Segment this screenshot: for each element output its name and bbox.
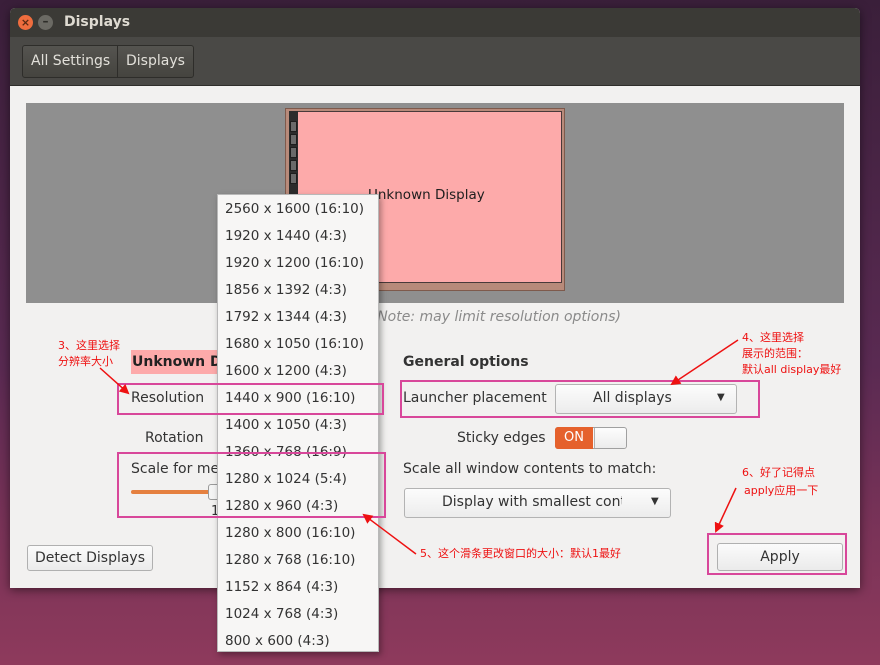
monitor-label: Unknown Display	[368, 187, 485, 203]
general-options-title: General options	[403, 354, 529, 370]
title-bar: × – Displays	[10, 8, 860, 37]
annotation-box-apply	[707, 533, 847, 575]
annotation-3-line-2: 分辨率大小	[58, 355, 113, 368]
annotation-4-line-2: 展示的范围：	[742, 347, 808, 360]
resolution-option[interactable]: 1400 x 1050 (4:3)	[218, 412, 378, 439]
minimize-icon[interactable]: –	[38, 15, 53, 30]
window-title: Displays	[64, 14, 131, 30]
detect-displays-button[interactable]: Detect Displays	[27, 545, 153, 571]
resolution-option[interactable]: 1856 x 1392 (4:3)	[218, 277, 378, 304]
scale-all-value: Display with smallest cont	[442, 494, 622, 510]
launcher-icon	[290, 173, 297, 184]
resolution-option[interactable]: 1152 x 864 (4:3)	[218, 574, 378, 601]
annotation-3-line-1: 3、这里选择	[58, 339, 120, 352]
annotation-6-line-1: 6、好了记得点	[742, 466, 815, 479]
launcher-icon	[290, 134, 297, 145]
scale-all-label: Scale all window contents to match:	[403, 461, 657, 477]
sticky-edges-switch-thumb[interactable]	[594, 428, 626, 448]
annotation-4-line-1: 4、这里选择	[742, 331, 804, 344]
rotation-label: Rotation	[145, 430, 204, 446]
resolution-dropdown-menu: 2560 x 1600 (16:10) 1920 x 1440 (4:3) 1920…	[217, 194, 379, 652]
annotation-box-resolution	[117, 383, 384, 415]
all-settings-button[interactable]: All Settings	[22, 45, 120, 78]
sticky-edges-on-label: ON	[555, 427, 593, 449]
annotation-5: 5、这个滑条更改窗口的大小：默认1最好	[420, 547, 621, 560]
displays-breadcrumb-button[interactable]: Displays	[117, 45, 194, 78]
annotation-4-line-3: 默认all display最好	[742, 363, 842, 376]
display-name: Unknown Di	[132, 354, 227, 370]
resolution-option[interactable]: 1920 x 1200 (16:10)	[218, 250, 378, 277]
chevron-down-icon: ▼	[651, 496, 659, 507]
resolution-option[interactable]: 1600 x 1200 (4:3)	[218, 358, 378, 385]
resolution-option[interactable]: 1680 x 1050 (16:10)	[218, 331, 378, 358]
toolbar: All Settings Displays	[10, 37, 860, 86]
resolution-option[interactable]: 1792 x 1344 (4:3)	[218, 304, 378, 331]
resolution-option[interactable]: 1280 x 800 (16:10)	[218, 520, 378, 547]
close-icon[interactable]: ×	[18, 15, 33, 30]
sticky-edges-label: Sticky edges	[457, 430, 546, 446]
annotation-6-line-2: apply应用一下	[744, 484, 819, 497]
resolution-option[interactable]: 800 x 600 (4:3)	[218, 628, 378, 655]
launcher-icon	[290, 147, 297, 158]
annotation-box-scale	[117, 452, 386, 518]
launcher-icon	[290, 121, 297, 132]
launcher-icon	[290, 160, 297, 171]
scale-note: s (Note: may limit resolution options)	[360, 309, 621, 325]
resolution-option[interactable]: 1024 x 768 (4:3)	[218, 601, 378, 628]
annotation-box-launcher	[400, 380, 760, 418]
resolution-option[interactable]: 1280 x 768 (16:10)	[218, 547, 378, 574]
resolution-option[interactable]: 1920 x 1440 (4:3)	[218, 223, 378, 250]
resolution-option[interactable]: 2560 x 1600 (16:10)	[218, 196, 378, 223]
